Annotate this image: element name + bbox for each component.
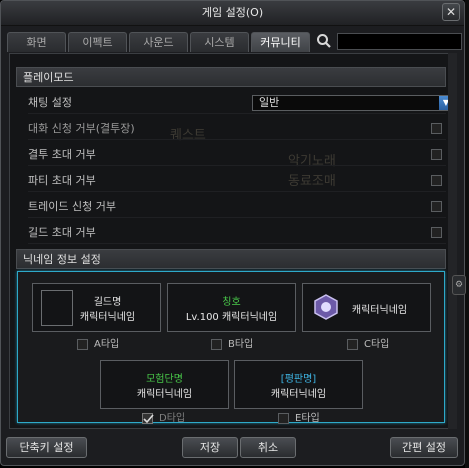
play-mode-heading: 플레이모드 bbox=[16, 67, 446, 87]
cancel-button[interactable]: 취소 bbox=[240, 437, 296, 458]
scrollbar[interactable] bbox=[448, 53, 457, 429]
close-button[interactable]: ✕ bbox=[442, 3, 460, 21]
chat-setting-select[interactable]: 일반 ▼ bbox=[252, 95, 454, 111]
nickname-card-c[interactable]: 캐릭터닉네임 bbox=[302, 283, 431, 332]
card-title: 길드명 bbox=[93, 297, 122, 308]
option-c[interactable]: C타입 bbox=[347, 338, 389, 352]
chat-setting-row: 채팅 설정 일반 ▼ bbox=[28, 93, 454, 114]
window-title: 게임 설정(O) bbox=[201, 6, 264, 19]
setting-label: 파티 초대 거부 bbox=[28, 174, 96, 187]
window-title-bar[interactable]: 게임 설정(O) ✕ bbox=[1, 1, 464, 26]
search-input[interactable] bbox=[337, 33, 462, 50]
option-label: E타입 bbox=[295, 413, 320, 424]
card-title: [평판명] bbox=[280, 374, 317, 385]
setting-row: 대화 신청 거부(결투장) bbox=[28, 119, 446, 140]
gear-icon[interactable]: ⚙ bbox=[452, 275, 466, 295]
option-d[interactable]: D타입 bbox=[142, 412, 185, 426]
option-label: C타입 bbox=[364, 339, 390, 350]
tab-effect[interactable]: 이펙트 bbox=[68, 32, 127, 52]
side-strip bbox=[465, 0, 469, 468]
nickname-heading: 닉네임 정보 설정 bbox=[16, 249, 446, 269]
card-name: 캐릭터닉네임 bbox=[351, 305, 408, 316]
tab-community[interactable]: 커뮤니티 bbox=[251, 32, 310, 52]
chat-setting-value: 일반 bbox=[259, 96, 280, 109]
search-icon[interactable] bbox=[315, 32, 333, 50]
option-label: A타입 bbox=[94, 339, 120, 350]
setting-checkbox[interactable] bbox=[431, 227, 442, 238]
setting-checkbox[interactable] bbox=[431, 123, 442, 134]
card-name: 캐릭터닉네임 bbox=[270, 389, 327, 400]
settings-content: 퀘스트 악기노래 동료조매 플레이모드 채팅 설정 일반 ▼ 대화 신청 거부(… bbox=[9, 53, 457, 429]
setting-label: 결투 초대 거부 bbox=[28, 148, 96, 161]
setting-label: 트레이드 신청 거부 bbox=[28, 200, 116, 213]
setting-row: 결투 초대 거부 bbox=[28, 145, 446, 166]
setting-checkbox[interactable] bbox=[431, 201, 442, 212]
option-checkbox[interactable] bbox=[77, 338, 88, 350]
option-b[interactable]: B타입 bbox=[211, 338, 253, 352]
option-label: B타입 bbox=[228, 339, 254, 350]
option-checkbox[interactable] bbox=[142, 412, 154, 424]
nickname-card-a[interactable]: 길드명 캐릭터닉네임 bbox=[32, 283, 161, 332]
save-button[interactable]: 저장 bbox=[182, 437, 238, 458]
nickname-card-d[interactable]: 모험단명 캐릭터닉네임 bbox=[100, 360, 229, 409]
tab-system[interactable]: 시스템 bbox=[190, 32, 249, 52]
settings-window: 게임 설정(O) ✕ 화면 이펙트 사운드 시스템 커뮤니티 퀘스트 악기노래 … bbox=[0, 0, 465, 466]
setting-row: 파티 초대 거부 bbox=[28, 171, 446, 192]
shortcut-settings-button[interactable]: 단축키 설정 bbox=[6, 437, 87, 458]
tab-sound[interactable]: 사운드 bbox=[129, 32, 188, 52]
setting-label: 길드 초대 거부 bbox=[28, 226, 96, 239]
nickname-options: 길드명 캐릭터닉네임 칭호 Lv.100 캐릭터닉네임 캐릭터닉네임 A타입 B… bbox=[17, 271, 445, 426]
option-checkbox[interactable] bbox=[278, 412, 289, 424]
simple-settings-button[interactable]: 간편 설정 bbox=[390, 437, 458, 458]
option-checkbox[interactable] bbox=[347, 338, 358, 350]
card-name: 캐릭터닉네임 bbox=[136, 389, 193, 400]
tab-display[interactable]: 화면 bbox=[7, 32, 66, 52]
option-a[interactable]: A타입 bbox=[77, 338, 119, 352]
setting-row: 길드 초대 거부 bbox=[28, 223, 446, 244]
option-checkbox[interactable] bbox=[211, 338, 222, 350]
card-name: Lv.100 캐릭터닉네임 bbox=[185, 312, 278, 323]
card-title: 모험단명 bbox=[146, 374, 183, 385]
card-title: 칭호 bbox=[222, 297, 241, 308]
chat-setting-label: 채팅 설정 bbox=[28, 96, 72, 109]
nickname-card-e[interactable]: [평판명] 캐릭터닉네임 bbox=[234, 360, 363, 409]
nickname-card-b[interactable]: 칭호 Lv.100 캐릭터닉네임 bbox=[167, 283, 296, 332]
card-name: 캐릭터닉네임 bbox=[79, 312, 136, 323]
setting-checkbox[interactable] bbox=[431, 175, 442, 186]
option-label: D타입 bbox=[159, 413, 186, 424]
close-icon: ✕ bbox=[445, 5, 457, 19]
setting-row: 트레이드 신청 거부 bbox=[28, 197, 446, 218]
setting-checkbox[interactable] bbox=[431, 149, 442, 160]
setting-label: 대화 신청 거부(결투장) bbox=[28, 122, 135, 135]
option-e[interactable]: E타입 bbox=[278, 412, 320, 426]
